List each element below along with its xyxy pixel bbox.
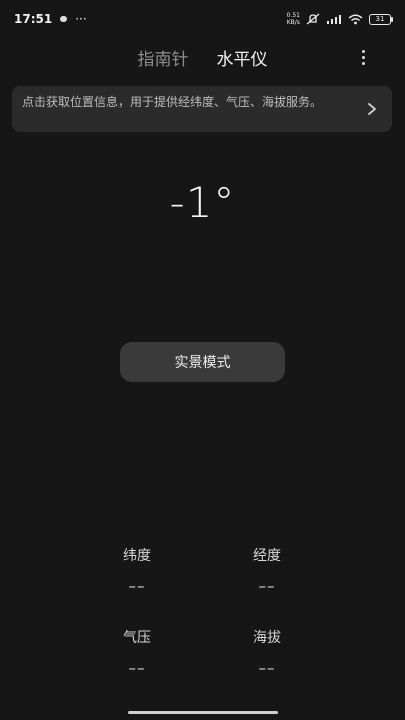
longitude-value: –– xyxy=(258,577,276,595)
cellular-signal-icon xyxy=(327,14,341,24)
battery-icon: 31 xyxy=(369,13,393,25)
menu-dot xyxy=(361,49,365,53)
menu-dot xyxy=(361,61,365,65)
header-tabs: 指南针 水平仪 xyxy=(0,42,405,72)
pressure-label: 气压 xyxy=(123,630,151,646)
network-speed: 0.51 KB/s xyxy=(287,12,300,26)
real-scene-mode-button[interactable]: 实景模式 xyxy=(120,342,285,382)
longitude-label: 经度 xyxy=(253,548,281,564)
pressure-info: 气压 –– xyxy=(92,627,182,677)
more-notifications-indicator: ··· xyxy=(75,12,87,26)
mute-bell-icon xyxy=(306,13,320,25)
network-speed-unit: KB/s xyxy=(286,19,300,26)
latitude-info: 纬度 –– xyxy=(92,545,182,595)
network-speed-value: 0.51 xyxy=(286,12,300,19)
tab-level[interactable]: 水平仪 xyxy=(217,45,268,70)
menu-dot xyxy=(361,55,365,59)
status-bar: 17:51 ··· 0.51 KB/s 31 xyxy=(0,0,405,38)
banner-text: 点击获取位置信息，用于提供经纬度、气压、海拔服务。 xyxy=(22,95,323,109)
longitude-info: 经度 –– xyxy=(222,545,312,595)
app-screen: 17:51 ··· 0.51 KB/s 31 指南针 水平仪 点击获取位置信息，… xyxy=(0,0,405,720)
tab-compass[interactable]: 指南针 xyxy=(138,45,189,70)
altitude-label: 海拔 xyxy=(253,630,281,646)
status-time: 17:51 xyxy=(14,12,53,26)
status-right: 0.51 KB/s 31 xyxy=(287,12,393,26)
wifi-icon xyxy=(348,14,363,24)
latitude-value: –– xyxy=(128,577,146,595)
latitude-label: 纬度 xyxy=(123,548,151,564)
tilt-angle-readout: -1° xyxy=(169,178,236,227)
location-permission-banner[interactable]: 点击获取位置信息，用于提供经纬度、气压、海拔服务。 xyxy=(12,86,392,132)
status-left: 17:51 ··· xyxy=(14,12,87,26)
more-options-button[interactable] xyxy=(353,46,373,68)
pressure-value: –– xyxy=(128,659,146,677)
home-indicator[interactable] xyxy=(128,711,278,714)
chevron-right-icon xyxy=(368,103,376,115)
altitude-value: –– xyxy=(258,659,276,677)
altitude-info: 海拔 –– xyxy=(222,627,312,677)
battery-level: 31 xyxy=(375,14,385,23)
notification-bubble-icon xyxy=(60,16,68,22)
